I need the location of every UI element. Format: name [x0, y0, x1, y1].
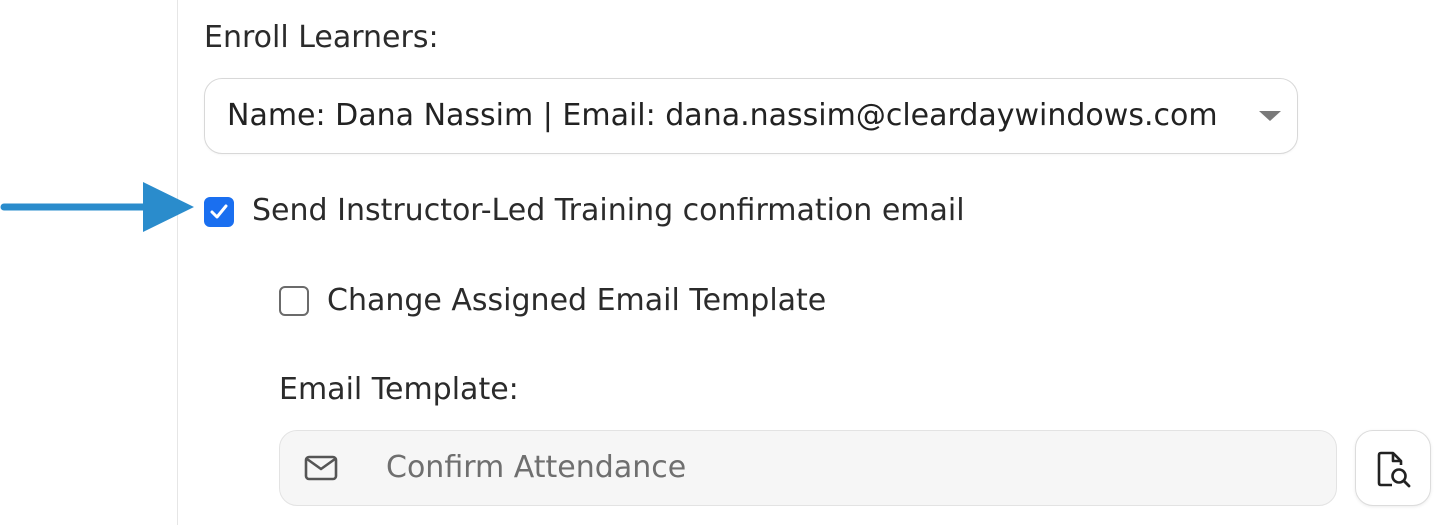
preview-template-button[interactable]: [1355, 430, 1431, 506]
send-confirmation-checkbox[interactable]: [204, 197, 234, 227]
checkmark-icon: [210, 204, 228, 219]
document-search-icon: [1377, 451, 1411, 488]
left-rail: [0, 0, 178, 525]
caret-down-icon[interactable]: [1259, 111, 1281, 121]
envelope-icon: [304, 455, 338, 481]
email-template-field[interactable]: Confirm Attendance: [279, 430, 1337, 506]
learner-select[interactable]: Name: Dana Nassim | Email: dana.nassim@c…: [204, 78, 1298, 154]
send-confirmation-label[interactable]: Send Instructor-Led Training confirmatio…: [252, 193, 965, 229]
change-template-label[interactable]: Change Assigned Email Template: [327, 283, 826, 319]
email-template-label: Email Template:: [279, 372, 519, 407]
pointer-arrow-icon: [0, 182, 194, 232]
enroll-learners-label: Enroll Learners:: [204, 20, 439, 55]
email-template-value: Confirm Attendance: [386, 450, 687, 485]
change-template-checkbox[interactable]: [279, 286, 309, 316]
learner-select-value: Name: Dana Nassim | Email: dana.nassim@c…: [227, 98, 1218, 133]
enrollment-form: Enroll Learners: Name: Dana Nassim | Ema…: [0, 0, 1439, 525]
